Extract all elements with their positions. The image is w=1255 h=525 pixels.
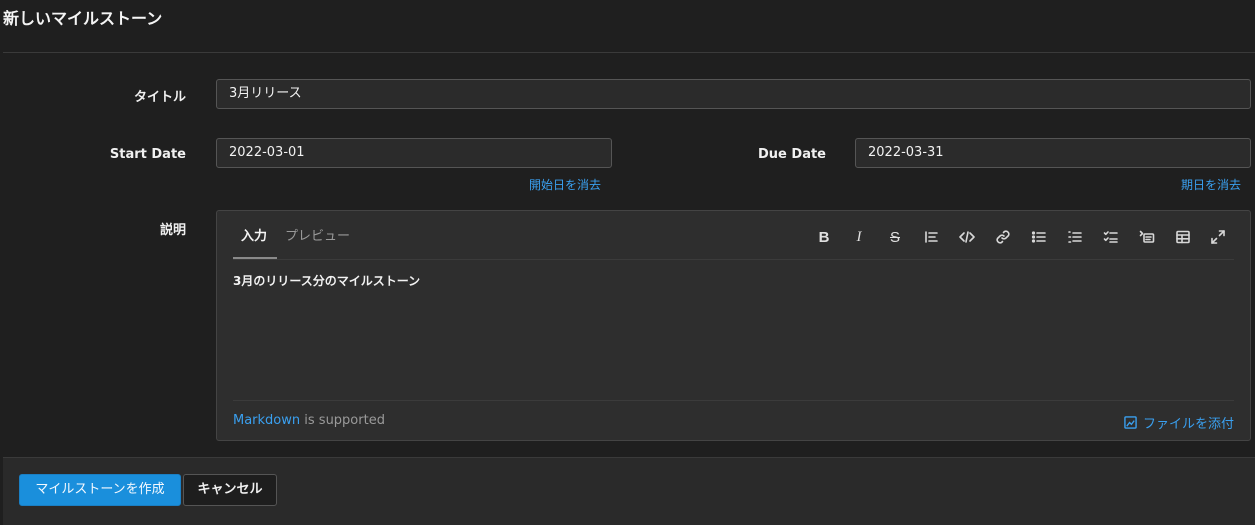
markdown-hint: Markdown is supported: [233, 413, 385, 428]
numbered-list-button[interactable]: [1065, 227, 1085, 247]
clear-start-date-link[interactable]: 開始日を消去: [529, 176, 601, 193]
bold-icon: B: [818, 228, 830, 246]
fullscreen-button[interactable]: [1208, 227, 1228, 247]
table-button[interactable]: [1173, 227, 1193, 247]
task-list-button[interactable]: [1101, 227, 1121, 247]
task-list-icon: [1103, 231, 1118, 243]
strikethrough-icon: S: [889, 228, 900, 246]
due-date-input[interactable]: 2022-03-31: [855, 138, 1251, 168]
bold-button[interactable]: B: [814, 227, 834, 247]
action-bar: マイルストーンを作成 キャンセル: [3, 457, 1255, 525]
quote-button[interactable]: [921, 227, 941, 247]
collapsible-icon: [1139, 230, 1155, 243]
description-textarea[interactable]: 3月のリリース分のマイルストーン: [233, 272, 420, 289]
bullet-list-icon: [1031, 231, 1046, 243]
tab-write[interactable]: 入力: [241, 225, 267, 244]
title-input[interactable]: 3月リリース: [216, 79, 1251, 109]
markdown-suffix: is supported: [300, 413, 385, 428]
code-icon: [959, 231, 975, 243]
italic-button[interactable]: I: [849, 227, 869, 247]
header-divider: [3, 52, 1255, 53]
tab-preview[interactable]: プレビュー: [285, 225, 350, 244]
numbered-list-icon: [1068, 231, 1082, 243]
image-icon: [1124, 416, 1137, 429]
start-date-input[interactable]: 2022-03-01: [216, 138, 612, 168]
description-editor: 入力 プレビュー B I S 3月のリリース分のマイルストーン Markdown…: [216, 210, 1251, 441]
link-icon: [996, 230, 1010, 244]
due-date-label: Due Date: [758, 147, 826, 162]
description-label: 説明: [159, 223, 186, 238]
title-label: タイトル: [133, 90, 186, 105]
page-title: 新しいマイルストーン: [3, 9, 163, 28]
create-milestone-button[interactable]: マイルストーンを作成: [19, 474, 181, 506]
table-icon: [1176, 230, 1190, 244]
attach-file-label: ファイルを添付: [1142, 417, 1234, 432]
code-button[interactable]: [957, 227, 977, 247]
italic-icon: I: [856, 228, 862, 245]
editor-tab-divider: [233, 259, 1234, 260]
editor-footer-divider: [233, 400, 1234, 401]
cancel-button[interactable]: キャンセル: [183, 474, 277, 506]
attach-file-button[interactable]: ファイルを添付: [1124, 413, 1234, 432]
start-date-label: Start Date: [109, 147, 186, 162]
quote-icon: [925, 231, 938, 243]
bullet-list-button[interactable]: [1029, 227, 1049, 247]
clear-due-date-link[interactable]: 期日を消去: [1181, 176, 1241, 193]
fullscreen-icon: [1211, 230, 1225, 244]
link-button[interactable]: [993, 227, 1013, 247]
markdown-link[interactable]: Markdown: [233, 413, 300, 428]
collapsible-button[interactable]: [1137, 227, 1157, 247]
strikethrough-button[interactable]: S: [885, 227, 905, 247]
